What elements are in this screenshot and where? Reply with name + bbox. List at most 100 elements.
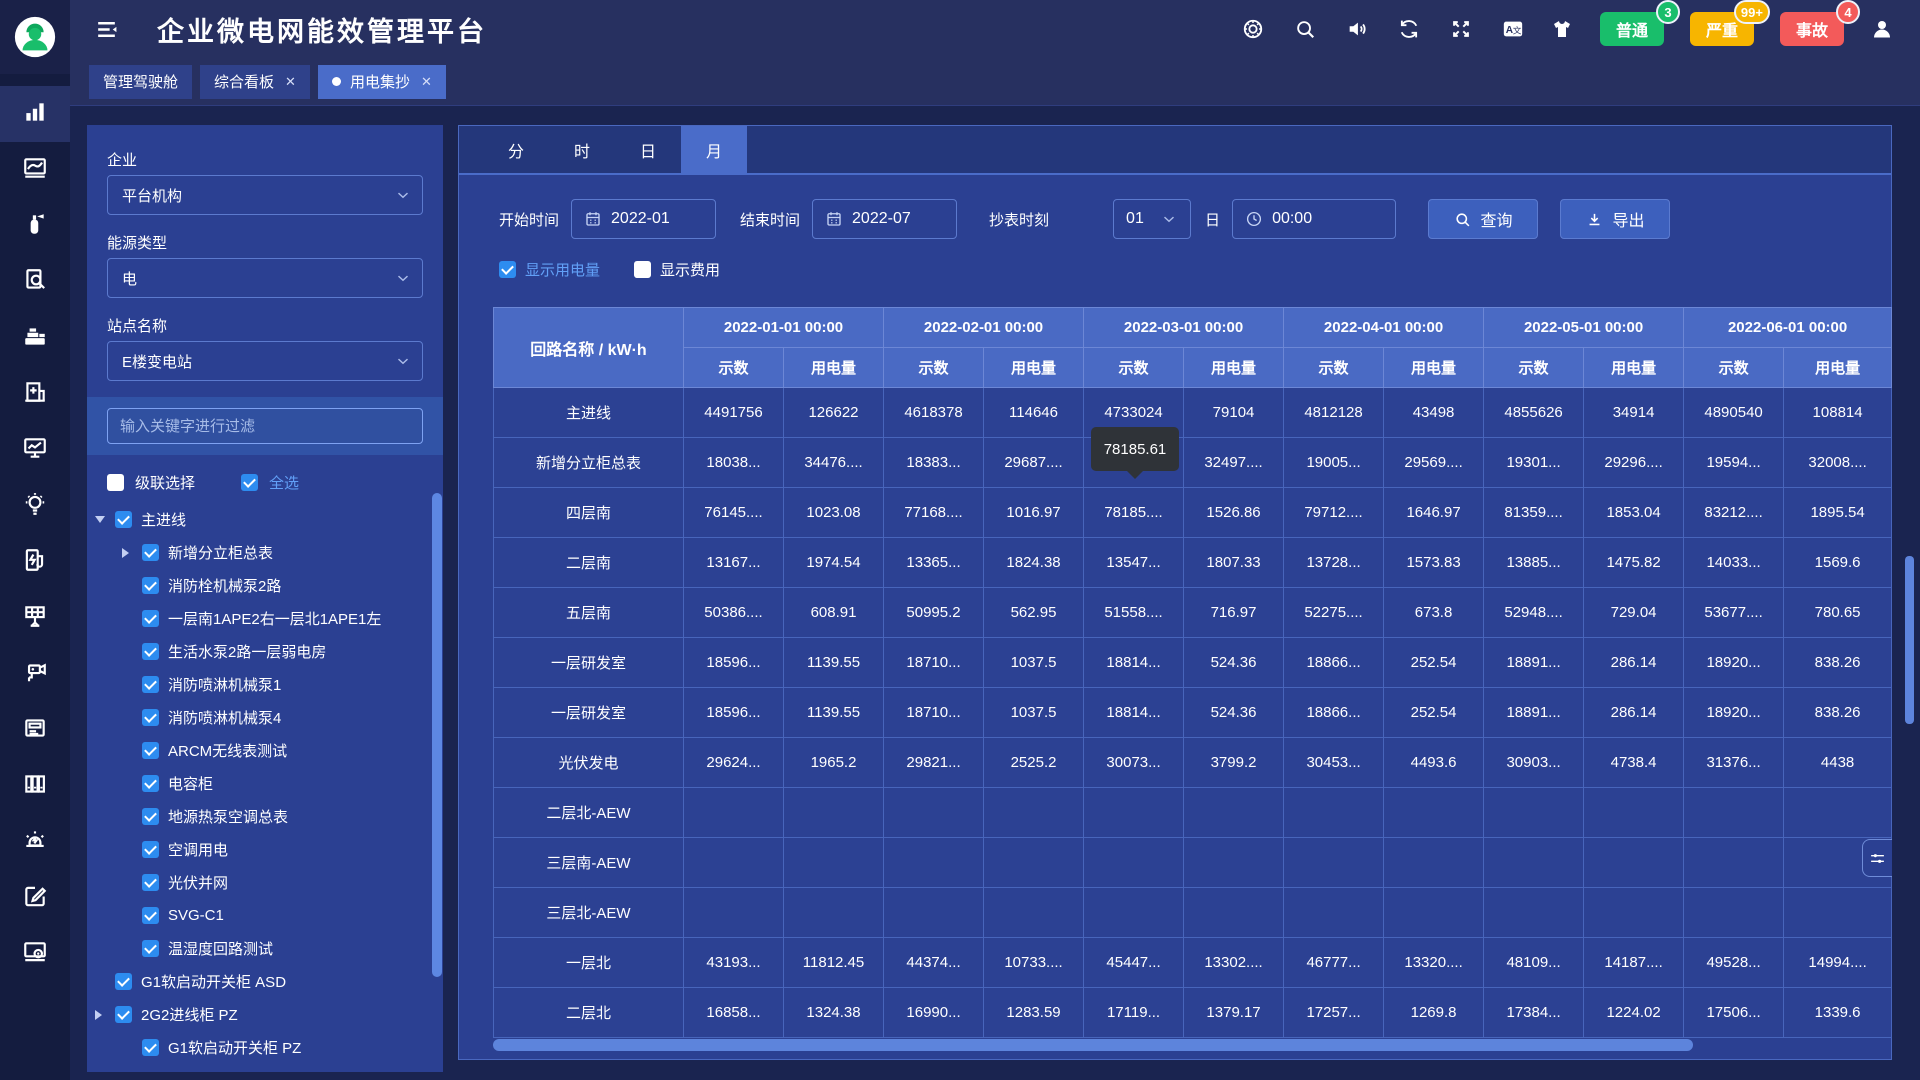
rail-item-extinguisher[interactable] bbox=[0, 198, 70, 254]
tree-item-空调用电[interactable]: 空调用电 bbox=[87, 833, 433, 866]
tree-checkbox[interactable] bbox=[142, 610, 159, 627]
tree-item-G1软启动开关柜 ASD[interactable]: G1软启动开关柜 ASD bbox=[87, 965, 433, 998]
rail-item-solar[interactable] bbox=[0, 590, 70, 646]
rail-item-bar-chart[interactable] bbox=[0, 86, 70, 142]
window-tab-综合看板[interactable]: 综合看板✕ bbox=[200, 65, 310, 99]
tree-item-主进线[interactable]: 主进线 bbox=[87, 503, 433, 536]
tree-label: 新增分立柜总表 bbox=[168, 542, 273, 563]
alarm-badge-事故[interactable]: 事故 4 bbox=[1780, 12, 1844, 46]
tree-item-消防喷淋机械泵1[interactable]: 消防喷淋机械泵1 bbox=[87, 668, 433, 701]
toggle-显示费用[interactable]: 显示费用 bbox=[634, 259, 720, 280]
tree-checkbox[interactable] bbox=[115, 973, 132, 990]
tree-collapsed-arrow-icon[interactable] bbox=[95, 1010, 115, 1020]
tree-item-ARCM无线表测试[interactable]: ARCM无线表测试 bbox=[87, 734, 433, 767]
tree-checkbox[interactable] bbox=[142, 643, 159, 660]
collapse-menu-icon[interactable] bbox=[94, 17, 119, 42]
theme-skin-icon[interactable] bbox=[1550, 17, 1574, 41]
tree-item-SVG-C1[interactable]: SVG-C1 bbox=[87, 899, 433, 932]
rail-item-ev-charger[interactable] bbox=[0, 534, 70, 590]
tree-item-EC演示箱[interactable]: EC演示箱 bbox=[87, 1064, 433, 1072]
rail-item-machine[interactable] bbox=[0, 310, 70, 366]
page-vscrollbar-thumb[interactable] bbox=[1905, 556, 1914, 724]
tree-item-电容柜[interactable]: 电容柜 bbox=[87, 767, 433, 800]
rail-item-bulb[interactable] bbox=[0, 478, 70, 534]
meter-clock-input[interactable]: 00:00 bbox=[1232, 199, 1396, 239]
rail-item-trend-chart[interactable] bbox=[0, 142, 70, 198]
site-select[interactable]: E楼变电站 bbox=[107, 341, 423, 381]
close-icon[interactable]: ✕ bbox=[285, 74, 296, 90]
rail-item-monitor-chart[interactable] bbox=[0, 422, 70, 478]
settings-drawer-handle[interactable] bbox=[1862, 839, 1892, 877]
tree-checkbox[interactable] bbox=[142, 577, 159, 594]
rail-item-alarm[interactable] bbox=[0, 814, 70, 870]
table-hscrollbar-thumb[interactable] bbox=[493, 1039, 1693, 1051]
window-tab-管理驾驶舱[interactable]: 管理驾驶舱 bbox=[89, 65, 192, 99]
period-tab-日[interactable]: 日 bbox=[615, 126, 681, 173]
tree-checkbox[interactable] bbox=[142, 907, 159, 924]
window-tab-用电集抄[interactable]: 用电集抄✕ bbox=[318, 65, 446, 99]
tree-checkbox[interactable] bbox=[142, 940, 159, 957]
select-all-checkbox[interactable] bbox=[241, 474, 258, 491]
tree-checkbox[interactable] bbox=[142, 808, 159, 825]
period-tab-时[interactable]: 时 bbox=[549, 126, 615, 173]
tree-checkbox[interactable] bbox=[142, 1039, 159, 1056]
help-icon[interactable] bbox=[1242, 18, 1264, 40]
start-time-input[interactable]: 2022-01 bbox=[571, 199, 716, 239]
toggle-checkbox[interactable] bbox=[499, 261, 516, 278]
cell-value-tooltip: 78185.61 bbox=[1091, 427, 1179, 471]
tree-checkbox[interactable] bbox=[142, 709, 159, 726]
rail-item-camera[interactable] bbox=[0, 646, 70, 702]
alarm-badge-普通[interactable]: 普通 3 bbox=[1600, 12, 1664, 46]
tree-item-地源热泵空调总表[interactable]: 地源热泵空调总表 bbox=[87, 800, 433, 833]
volume-icon[interactable] bbox=[1346, 18, 1368, 40]
rail-item-doc-search[interactable] bbox=[0, 254, 70, 310]
tree-checkbox[interactable] bbox=[142, 874, 159, 891]
select-all-label[interactable]: 全选 bbox=[269, 472, 299, 493]
toggle-checkbox[interactable] bbox=[634, 261, 651, 278]
rail-item-archive[interactable] bbox=[0, 758, 70, 814]
tree-checkbox[interactable] bbox=[142, 544, 159, 561]
close-icon[interactable]: ✕ bbox=[421, 74, 432, 90]
tree-checkbox[interactable] bbox=[142, 676, 159, 693]
period-tab-分[interactable]: 分 bbox=[483, 126, 549, 173]
org-select[interactable]: 平台机构 bbox=[107, 175, 423, 215]
tree-checkbox[interactable] bbox=[142, 775, 159, 792]
tree-item-新增分立柜总表[interactable]: 新增分立柜总表 bbox=[87, 536, 433, 569]
rail-item-edit[interactable] bbox=[0, 870, 70, 926]
rail-item-hospital[interactable] bbox=[0, 366, 70, 422]
tree-checkbox[interactable] bbox=[142, 841, 159, 858]
energy-select[interactable]: 电 bbox=[107, 258, 423, 298]
cascade-checkbox[interactable] bbox=[107, 474, 124, 491]
tree-scrollbar-thumb[interactable] bbox=[432, 493, 442, 977]
refresh-icon[interactable] bbox=[1398, 18, 1420, 40]
tree-item-光伏并网[interactable]: 光伏并网 bbox=[87, 866, 433, 899]
tree-checkbox[interactable] bbox=[115, 511, 132, 528]
end-time-input[interactable]: 2022-07 bbox=[812, 199, 957, 239]
rail-item-terminal-gear[interactable] bbox=[0, 926, 70, 982]
tree-item-生活水泵2路一层弱电房[interactable]: 生活水泵2路一层弱电房 bbox=[87, 635, 433, 668]
period-tab-月[interactable]: 月 bbox=[681, 126, 747, 173]
alarm-badge-严重[interactable]: 严重 99+ bbox=[1690, 12, 1754, 46]
rail-item-meter-doc[interactable] bbox=[0, 702, 70, 758]
tree-item-一层南1APE2右一层北1APE1左[interactable]: 一层南1APE2右一层北1APE1左 bbox=[87, 602, 433, 635]
tree-checkbox[interactable] bbox=[142, 742, 159, 759]
tree-checkbox[interactable] bbox=[115, 1006, 132, 1023]
fullscreen-icon[interactable] bbox=[1450, 18, 1472, 40]
tree-item-2G2进线柜 PZ[interactable]: 2G2进线柜 PZ bbox=[87, 998, 433, 1031]
tree-expanded-arrow-icon[interactable] bbox=[95, 516, 115, 523]
export-button[interactable]: 导出 bbox=[1560, 199, 1670, 239]
user-icon[interactable] bbox=[1870, 17, 1894, 41]
meter-day-select[interactable]: 01 bbox=[1113, 199, 1191, 239]
tree-item-消防栓机械泵2路[interactable]: 消防栓机械泵2路 bbox=[87, 569, 433, 602]
tree-item-消防喷淋机械泵4[interactable]: 消防喷淋机械泵4 bbox=[87, 701, 433, 734]
tree-item-温湿度回路测试[interactable]: 温湿度回路测试 bbox=[87, 932, 433, 965]
archive-icon bbox=[22, 771, 48, 802]
tree-filter-input[interactable] bbox=[107, 408, 423, 444]
tree-item-G1软启动开关柜 PZ[interactable]: G1软启动开关柜 PZ bbox=[87, 1031, 433, 1064]
consumption-cell: 1646.97 bbox=[1384, 488, 1484, 538]
toggle-显示用电量[interactable]: 显示用电量 bbox=[499, 259, 600, 280]
query-button[interactable]: 查询 bbox=[1428, 199, 1538, 239]
translate-icon[interactable]: A文 bbox=[1502, 18, 1524, 40]
search-icon[interactable] bbox=[1294, 18, 1316, 40]
tree-collapsed-arrow-icon[interactable] bbox=[122, 548, 142, 558]
